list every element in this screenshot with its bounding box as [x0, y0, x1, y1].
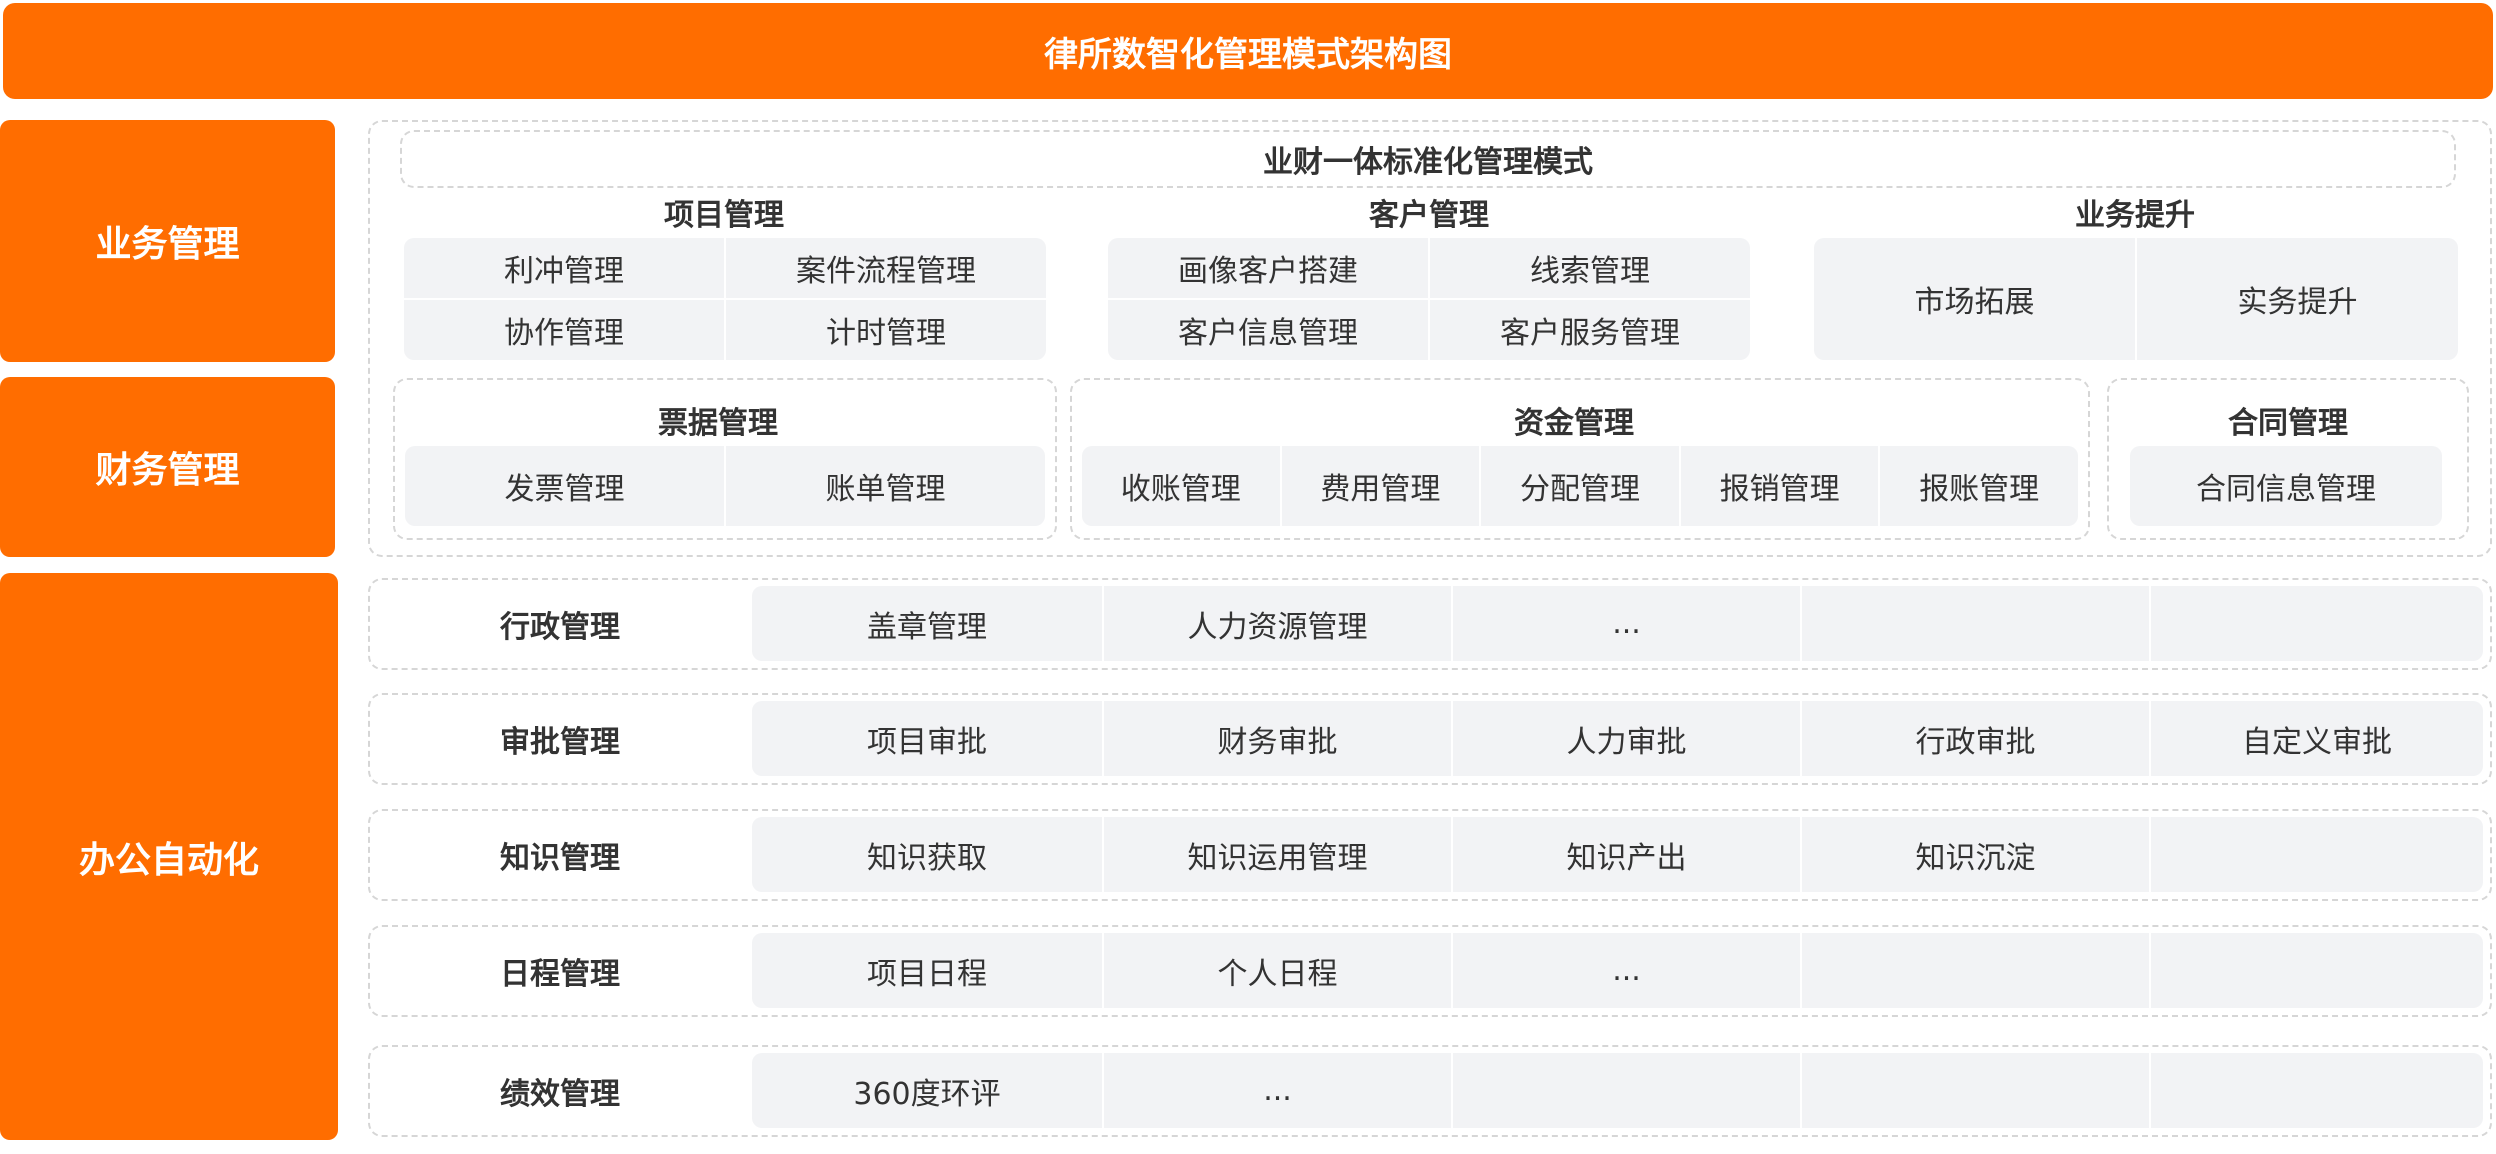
client-grid: 画像客户搭建 线索管理 客户信息管理 客户服务管理 — [1108, 238, 1750, 360]
module-cell: 自定义审批 — [2151, 701, 2483, 776]
group-title-project: 项目管理 — [664, 198, 784, 233]
module-cell — [1802, 586, 2149, 661]
office-row-label: 知识管理 — [500, 840, 620, 876]
module-cell: 报账管理 — [1880, 446, 2078, 526]
category-office: 办公自动化 — [0, 573, 338, 1140]
group-title-funds: 资金管理 — [1514, 406, 1634, 441]
module-cell: 知识沉淀 — [1802, 817, 2149, 892]
module-cell — [1802, 933, 2149, 1008]
group-title-contract: 合同管理 — [2228, 406, 2348, 441]
office-row: 审批管理 项目审批 财务审批 人力审批 行政审批 自定义审批 — [368, 693, 2492, 785]
office-row-label: 日程管理 — [500, 956, 620, 992]
module-cell: 报销管理 — [1680, 446, 1879, 526]
module-cell: 客户服务管理 — [1430, 300, 1750, 360]
module-cell: 发票管理 — [405, 446, 724, 526]
business-banner: 业财一体标准化管理模式 — [400, 130, 2456, 188]
bills-grid: 发票管理 账单管理 — [405, 446, 1045, 526]
module-cell: 人力审批 — [1453, 701, 1800, 776]
office-row-label: 绩效管理 — [500, 1076, 620, 1112]
module-cell: 行政审批 — [1802, 701, 2149, 776]
module-cell: 合同信息管理 — [2130, 446, 2442, 526]
module-cell: 人力资源管理 — [1104, 586, 1451, 661]
category-finance: 财务管理 — [0, 377, 335, 557]
module-cell: 账单管理 — [726, 446, 1045, 526]
module-cell: 市场拓展 — [1814, 238, 2135, 360]
office-row: 行政管理 盖章管理 人力资源管理... — [368, 578, 2492, 670]
module-cell — [2151, 933, 2483, 1008]
office-row-grid: 项目审批 财务审批 人力审批 行政审批 自定义审批 — [752, 701, 2483, 776]
module-cell: 客户信息管理 — [1108, 300, 1428, 360]
module-cell: 项目日程 — [752, 933, 1102, 1008]
module-cell: 项目审批 — [752, 701, 1102, 776]
module-cell: 360度环评 — [752, 1053, 1102, 1128]
module-cell: 协作管理 — [404, 300, 724, 360]
office-row-grid: 盖章管理 人力资源管理... — [752, 586, 2483, 661]
module-cell: ... — [1453, 933, 1800, 1008]
module-cell: 财务审批 — [1104, 701, 1451, 776]
module-cell: 案件流程管理 — [726, 238, 1046, 298]
group-title-bills: 票据管理 — [658, 406, 778, 441]
module-cell: 分配管理 — [1481, 446, 1679, 526]
module-cell: 盖章管理 — [752, 586, 1102, 661]
category-business: 业务管理 — [0, 120, 335, 362]
module-cell: 知识产出 — [1453, 817, 1800, 892]
module-cell: 画像客户搭建 — [1108, 238, 1428, 298]
office-row: 知识管理 知识获取 知识运用管理 知识产出 知识沉淀 — [368, 809, 2492, 901]
module-cell — [2151, 817, 2483, 892]
group-title-client: 客户管理 — [1369, 198, 1489, 233]
module-cell: 个人日程 — [1104, 933, 1451, 1008]
module-cell: 知识运用管理 — [1104, 817, 1451, 892]
group-title-improve: 业务提升 — [2075, 198, 2195, 233]
diagram-title: 律所数智化管理模式架构图 — [3, 3, 2493, 99]
module-cell: ... — [1104, 1053, 1451, 1128]
office-row-label: 行政管理 — [500, 609, 620, 645]
module-cell — [2151, 586, 2483, 661]
module-cell: 计时管理 — [726, 300, 1046, 360]
business-banner-text: 业财一体标准化管理模式 — [1263, 145, 1593, 180]
module-cell: 线索管理 — [1430, 238, 1750, 298]
module-cell: 知识获取 — [752, 817, 1102, 892]
office-row: 绩效管理 360度环评... — [368, 1045, 2492, 1137]
office-row-grid: 360度环评... — [752, 1053, 2483, 1128]
module-cell — [1802, 1053, 2149, 1128]
module-cell — [1453, 1053, 1800, 1128]
module-cell: 利冲管理 — [404, 238, 724, 298]
module-cell: 费用管理 — [1281, 446, 1480, 526]
module-cell: 实务提升 — [2137, 238, 2458, 360]
improve-grid: 市场拓展 实务提升 — [1814, 238, 2458, 360]
office-row-grid: 知识获取 知识运用管理 知识产出 知识沉淀 — [752, 817, 2483, 892]
project-grid: 利冲管理 案件流程管理 协作管理 计时管理 — [404, 238, 1046, 360]
funds-grid: 收账管理 费用管理 分配管理 报销管理 报账管理 — [1082, 446, 2078, 526]
module-cell: ... — [1453, 586, 1800, 661]
contract-grid: 合同信息管理 — [2130, 446, 2442, 526]
module-cell: 收账管理 — [1082, 446, 1280, 526]
office-row-label: 审批管理 — [500, 724, 620, 760]
office-row-grid: 项目日程 个人日程... — [752, 933, 2483, 1008]
office-row: 日程管理 项目日程 个人日程... — [368, 925, 2492, 1017]
module-cell — [2151, 1053, 2483, 1128]
